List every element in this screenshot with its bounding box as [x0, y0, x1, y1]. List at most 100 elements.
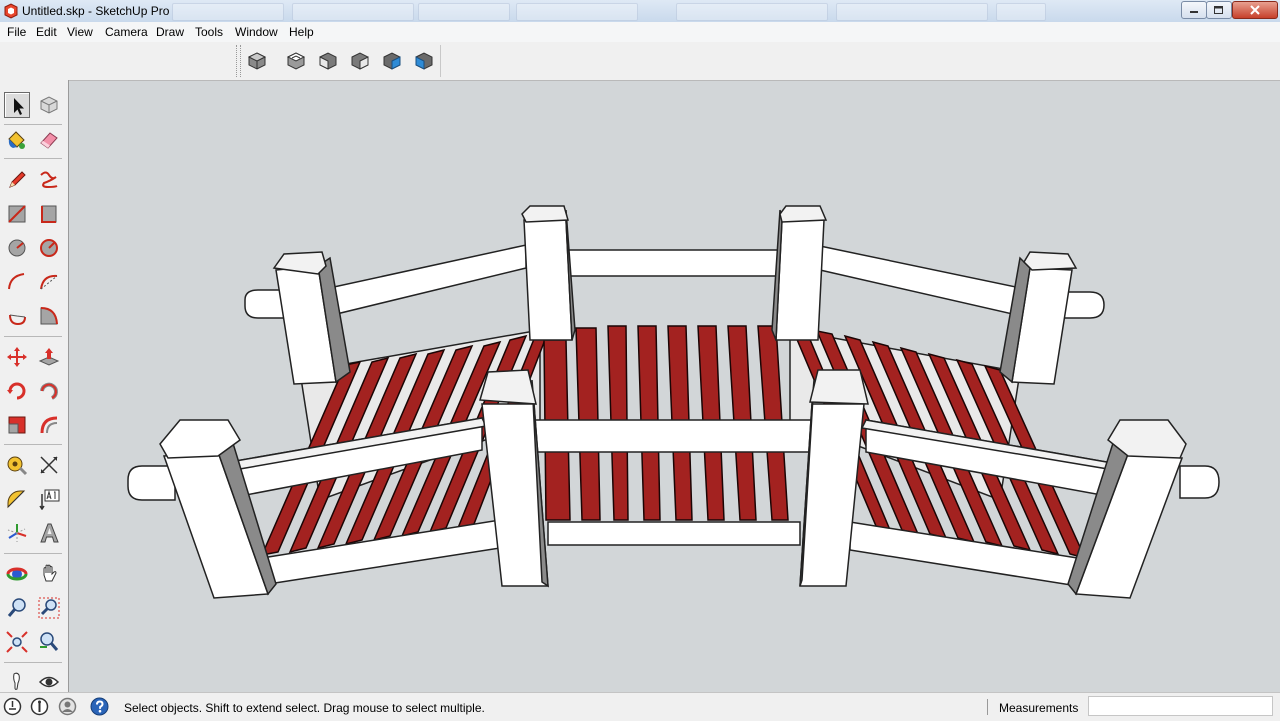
menu-file[interactable]: File — [7, 25, 26, 39]
iso-view-button[interactable] — [245, 49, 269, 73]
tape-measure-tool[interactable] — [4, 452, 30, 478]
background-taskbar-tab — [996, 3, 1046, 21]
rotated-rectangle-icon — [41, 205, 57, 223]
front-view-button[interactable] — [316, 49, 340, 73]
top-view-icon — [286, 52, 306, 70]
polygon-tool[interactable] — [36, 235, 62, 261]
top-view-button[interactable] — [284, 49, 308, 73]
zoom-window-tool[interactable] — [36, 595, 62, 621]
text-tool[interactable] — [36, 486, 62, 512]
eraser-icon — [40, 132, 58, 149]
toolbar-separator — [440, 45, 441, 77]
zoom-extents-tool[interactable] — [4, 629, 30, 655]
push-pull-tool[interactable] — [36, 344, 62, 370]
geo-location-button[interactable] — [3, 697, 22, 716]
measurements-input[interactable] — [1088, 696, 1273, 716]
follow-me-icon — [40, 382, 58, 400]
pie-tool[interactable] — [4, 303, 30, 329]
menu-draw[interactable]: Draw — [156, 25, 184, 39]
menu-edit[interactable]: Edit — [36, 25, 57, 39]
3d-text-tool[interactable] — [36, 520, 62, 546]
polygon-icon — [40, 239, 58, 257]
background-taskbar-tab — [292, 3, 414, 21]
text-icon — [39, 489, 60, 510]
toolbar-grip[interactable] — [236, 45, 241, 77]
zoom-extents-icon — [6, 631, 28, 653]
3d-text-icon — [40, 523, 59, 543]
circle-tool[interactable] — [4, 235, 30, 261]
freehand-icon — [40, 171, 58, 189]
arc-tool[interactable] — [4, 269, 30, 295]
follow-me-tool[interactable] — [36, 378, 62, 404]
geo-location-icon — [3, 697, 22, 716]
orbit-tool[interactable] — [4, 561, 30, 587]
background-taskbar-tab — [172, 3, 284, 21]
back-view-button[interactable] — [380, 49, 404, 73]
background-taskbar-tab — [836, 3, 988, 21]
footbridge-model — [127, 205, 1220, 599]
paint-bucket-tool[interactable] — [4, 127, 30, 153]
menu-tools[interactable]: Tools — [195, 25, 223, 39]
front-beam-center — [547, 521, 801, 546]
dimension-tool[interactable] — [36, 452, 62, 478]
rotate-icon — [7, 382, 26, 400]
close-button[interactable] — [1232, 1, 1278, 19]
front-view-icon — [319, 52, 337, 70]
pan-icon — [43, 564, 57, 582]
rotate-tool[interactable] — [4, 378, 30, 404]
orbit-icon — [6, 567, 28, 581]
close-icon — [1250, 5, 1260, 15]
position-camera-tool[interactable] — [36, 629, 62, 655]
rotated-rectangle-tool[interactable] — [36, 201, 62, 227]
user-button[interactable] — [58, 697, 77, 716]
offset-icon — [40, 416, 58, 434]
circle-icon — [8, 239, 26, 257]
dimension-icon — [40, 456, 58, 474]
two-point-arc-tool[interactable] — [36, 269, 62, 295]
title-bar: Untitled.skp - SketchUp Pro — [0, 0, 1280, 23]
menu-view[interactable]: View — [67, 25, 93, 39]
left-view-button[interactable] — [412, 49, 436, 73]
pan-tool[interactable] — [36, 561, 62, 587]
menu-help[interactable]: Help — [289, 25, 314, 39]
left-view-icon — [415, 52, 433, 70]
rectangle-tool[interactable] — [4, 201, 30, 227]
paint-bucket-icon — [8, 131, 25, 149]
axes-tool[interactable] — [4, 520, 30, 546]
maximize-button[interactable] — [1206, 1, 1232, 19]
make-component-icon — [40, 96, 58, 114]
toolbar-divider — [4, 662, 62, 663]
credits-button[interactable] — [30, 697, 49, 716]
zoom-tool[interactable] — [4, 595, 30, 621]
right-view-button[interactable] — [348, 49, 372, 73]
menu-window[interactable]: Window — [235, 25, 278, 39]
move-icon — [7, 347, 27, 367]
status-divider — [987, 699, 988, 715]
views-toolbar — [0, 42, 1280, 81]
push-pull-icon — [38, 348, 60, 366]
scale-tool[interactable] — [4, 412, 30, 438]
select-tool[interactable] — [4, 92, 30, 118]
pie-icon — [9, 314, 26, 326]
line-tool[interactable] — [4, 167, 30, 193]
protractor-tool[interactable] — [4, 486, 30, 512]
axes-icon — [7, 524, 27, 542]
minimize-button[interactable] — [1181, 1, 1207, 19]
sketchup-app-icon — [4, 3, 18, 19]
toolbar-divider — [4, 336, 62, 337]
right-view-icon — [351, 52, 369, 70]
instructor-help-button[interactable] — [90, 697, 109, 716]
select-arrow-icon — [14, 98, 24, 115]
make-component-tool[interactable] — [36, 92, 62, 118]
three-point-arc-icon — [40, 307, 58, 325]
move-tool[interactable] — [4, 344, 30, 370]
freehand-tool[interactable] — [36, 167, 62, 193]
two-point-arc-icon — [40, 274, 58, 290]
eraser-tool[interactable] — [36, 127, 62, 153]
offset-tool[interactable] — [36, 412, 62, 438]
background-taskbar-tab — [516, 3, 638, 21]
three-point-arc-tool[interactable] — [36, 303, 62, 329]
drawing-viewport[interactable] — [69, 81, 1280, 692]
back-view-icon — [383, 52, 401, 70]
menu-camera[interactable]: Camera — [105, 25, 148, 39]
